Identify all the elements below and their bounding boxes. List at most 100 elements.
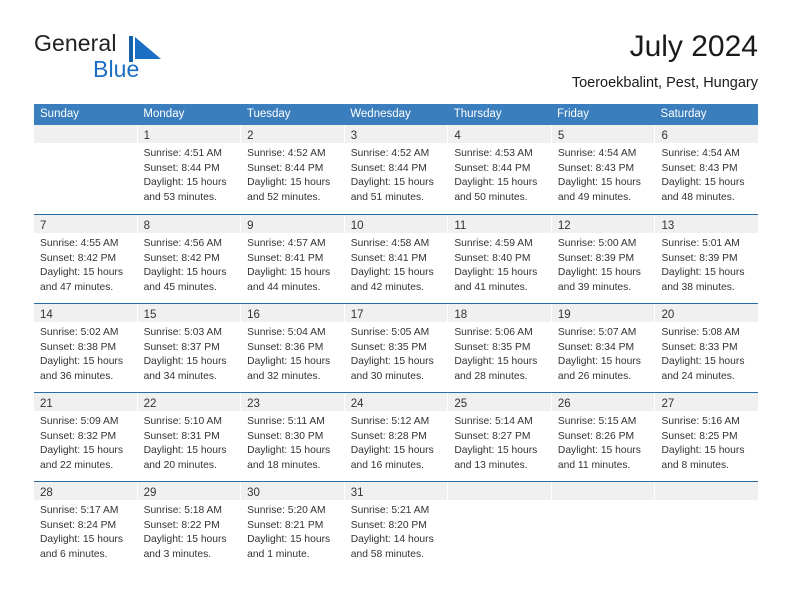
day-cell-body: Sunrise: 5:15 AM Sunset: 8:26 PM Dayligh… xyxy=(552,411,655,473)
daylight-line-2: and 28 minutes. xyxy=(454,370,528,382)
daylight-line-2: and 24 minutes. xyxy=(661,370,735,382)
day-cell-body: Sunrise: 4:55 AM Sunset: 8:42 PM Dayligh… xyxy=(34,233,137,295)
day-number: 15 xyxy=(143,309,157,321)
day-number-strip: 10 xyxy=(344,215,448,233)
day-cell-body: Sunrise: 5:02 AM Sunset: 8:38 PM Dayligh… xyxy=(34,322,137,384)
day-cell[interactable]: 7 Sunrise: 4:55 AM Sunset: 8:42 PM Dayli… xyxy=(34,215,138,303)
day-cell[interactable]: 19 Sunrise: 5:07 AM Sunset: 8:34 PM Dayl… xyxy=(551,304,656,392)
sunset-line: Sunset: 8:35 PM xyxy=(454,341,531,353)
sunset-line: Sunset: 8:44 PM xyxy=(247,162,324,174)
day-cell[interactable] xyxy=(34,125,138,214)
sunrise-line: Sunrise: 5:08 AM xyxy=(661,327,740,338)
sunrise-line: Sunrise: 5:07 AM xyxy=(557,327,637,338)
day-cell[interactable]: 31 Sunrise: 5:21 AM Sunset: 8:20 PM Dayl… xyxy=(344,482,449,571)
day-cell[interactable]: 12 Sunrise: 5:00 AM Sunset: 8:39 PM Dayl… xyxy=(551,215,656,303)
day-cell[interactable]: 15 Sunrise: 5:03 AM Sunset: 8:37 PM Dayl… xyxy=(137,304,242,392)
day-number: 14 xyxy=(40,309,53,321)
day-cell[interactable]: 13 Sunrise: 5:01 AM Sunset: 8:39 PM Dayl… xyxy=(655,215,759,303)
day-cell[interactable]: 22 Sunrise: 5:10 AM Sunset: 8:31 PM Dayl… xyxy=(137,393,242,481)
sunrise-line: Sunrise: 4:57 AM xyxy=(247,238,326,249)
daylight-line-1: Daylight: 15 hours xyxy=(247,267,331,279)
day-cell[interactable]: 28 Sunrise: 5:17 AM Sunset: 8:24 PM Dayl… xyxy=(34,482,138,571)
day-cell[interactable]: 21 Sunrise: 5:09 AM Sunset: 8:32 PM Dayl… xyxy=(34,393,138,481)
day-cell-body: Sunrise: 5:11 AM Sunset: 8:30 PM Dayligh… xyxy=(241,411,344,473)
day-cell-body xyxy=(655,500,758,504)
daylight-line-2: and 1 minute. xyxy=(247,548,310,560)
day-cell[interactable]: 20 Sunrise: 5:08 AM Sunset: 8:33 PM Dayl… xyxy=(655,304,759,392)
title-block: July 2024 Toeroekbalint, Pest, Hungary xyxy=(572,28,758,94)
day-cell[interactable]: 24 Sunrise: 5:12 AM Sunset: 8:28 PM Dayl… xyxy=(344,393,449,481)
daylight-line-1: Daylight: 14 hours xyxy=(350,534,434,546)
day-number-strip: 28 xyxy=(34,482,137,500)
day-cell[interactable]: 29 Sunrise: 5:18 AM Sunset: 8:22 PM Dayl… xyxy=(137,482,242,571)
day-number-strip: 12 xyxy=(551,215,655,233)
day-number: 29 xyxy=(143,487,157,499)
day-cell[interactable] xyxy=(448,482,552,571)
day-number-strip: 18 xyxy=(448,304,551,322)
sunset-line: Sunset: 8:42 PM xyxy=(143,252,220,264)
sunset-line: Sunset: 8:36 PM xyxy=(247,341,324,353)
sunrise-line: Sunrise: 4:52 AM xyxy=(350,148,430,159)
weekday-header-row: Sunday Monday Tuesday Wednesday Thursday… xyxy=(34,104,758,125)
day-cell[interactable]: 26 Sunrise: 5:15 AM Sunset: 8:26 PM Dayl… xyxy=(551,393,656,481)
sunrise-line: Sunrise: 5:17 AM xyxy=(40,505,119,516)
daylight-line-1: Daylight: 15 hours xyxy=(40,445,123,457)
day-cell[interactable]: 23 Sunrise: 5:11 AM Sunset: 8:30 PM Dayl… xyxy=(241,393,345,481)
day-number: 27 xyxy=(661,398,675,410)
day-number: 8 xyxy=(143,220,150,232)
day-number: 13 xyxy=(661,220,675,232)
sunrise-line: Sunrise: 4:58 AM xyxy=(350,238,430,249)
sunset-line: Sunset: 8:21 PM xyxy=(247,519,324,531)
sunrise-line: Sunrise: 5:02 AM xyxy=(40,327,119,338)
day-cell[interactable]: 3 Sunrise: 4:52 AM Sunset: 8:44 PM Dayli… xyxy=(344,125,449,214)
sunrise-line: Sunrise: 5:00 AM xyxy=(557,238,637,249)
day-cell[interactable]: 9 Sunrise: 4:57 AM Sunset: 8:41 PM Dayli… xyxy=(241,215,345,303)
day-cell[interactable]: 14 Sunrise: 5:02 AM Sunset: 8:38 PM Dayl… xyxy=(34,304,138,392)
day-cell[interactable]: 10 Sunrise: 4:58 AM Sunset: 8:41 PM Dayl… xyxy=(344,215,449,303)
sunrise-line: Sunrise: 5:01 AM xyxy=(661,238,740,249)
daylight-line-1: Daylight: 15 hours xyxy=(454,177,538,189)
daylight-line-1: Daylight: 15 hours xyxy=(247,177,331,189)
day-cell[interactable]: 8 Sunrise: 4:56 AM Sunset: 8:42 PM Dayli… xyxy=(137,215,242,303)
daylight-line-1: Daylight: 15 hours xyxy=(247,356,331,368)
day-number: 9 xyxy=(247,220,254,232)
day-number: 4 xyxy=(454,130,461,142)
day-cell[interactable] xyxy=(655,482,759,571)
day-cell[interactable]: 30 Sunrise: 5:20 AM Sunset: 8:21 PM Dayl… xyxy=(241,482,345,571)
sunset-line: Sunset: 8:44 PM xyxy=(143,162,220,174)
sunset-line: Sunset: 8:44 PM xyxy=(454,162,531,174)
day-number: 1 xyxy=(143,130,150,142)
day-number-strip: 2 xyxy=(241,125,344,143)
day-cell[interactable]: 25 Sunrise: 5:14 AM Sunset: 8:27 PM Dayl… xyxy=(448,393,552,481)
day-cell[interactable]: 27 Sunrise: 5:16 AM Sunset: 8:25 PM Dayl… xyxy=(655,393,759,481)
sunrise-line: Sunrise: 5:12 AM xyxy=(350,416,430,427)
day-cell-body: Sunrise: 4:52 AM Sunset: 8:44 PM Dayligh… xyxy=(345,143,448,205)
day-number-strip xyxy=(551,482,655,500)
day-number-strip: 22 xyxy=(137,393,241,411)
day-cell[interactable]: 4 Sunrise: 4:53 AM Sunset: 8:44 PM Dayli… xyxy=(448,125,552,214)
day-cell[interactable]: 2 Sunrise: 4:52 AM Sunset: 8:44 PM Dayli… xyxy=(241,125,345,214)
sunset-line: Sunset: 8:26 PM xyxy=(557,430,635,442)
sunset-line: Sunset: 8:41 PM xyxy=(247,252,324,264)
day-number-strip xyxy=(448,482,551,500)
day-cell[interactable]: 11 Sunrise: 4:59 AM Sunset: 8:40 PM Dayl… xyxy=(448,215,552,303)
day-cell[interactable]: 17 Sunrise: 5:05 AM Sunset: 8:35 PM Dayl… xyxy=(344,304,449,392)
daylight-line-1: Daylight: 15 hours xyxy=(557,356,641,368)
day-number: 18 xyxy=(454,309,468,321)
day-number: 20 xyxy=(661,309,675,321)
daylight-line-1: Daylight: 15 hours xyxy=(40,356,123,368)
day-number-strip: 30 xyxy=(241,482,344,500)
daylight-line-1: Daylight: 15 hours xyxy=(247,445,331,457)
day-cell[interactable]: 5 Sunrise: 4:54 AM Sunset: 8:43 PM Dayli… xyxy=(551,125,656,214)
day-number-strip: 14 xyxy=(34,304,137,322)
day-cell[interactable]: 6 Sunrise: 4:54 AM Sunset: 8:43 PM Dayli… xyxy=(655,125,759,214)
day-cell-body: Sunrise: 5:16 AM Sunset: 8:25 PM Dayligh… xyxy=(655,411,758,473)
brand-name-general: General xyxy=(34,30,117,56)
daylight-line-1: Daylight: 15 hours xyxy=(350,445,434,457)
sunrise-line: Sunrise: 5:11 AM xyxy=(247,416,325,427)
day-cell[interactable] xyxy=(551,482,656,571)
day-cell[interactable]: 16 Sunrise: 5:04 AM Sunset: 8:36 PM Dayl… xyxy=(241,304,345,392)
day-cell[interactable]: 1 Sunrise: 4:51 AM Sunset: 8:44 PM Dayli… xyxy=(137,125,242,214)
day-cell[interactable]: 18 Sunrise: 5:06 AM Sunset: 8:35 PM Dayl… xyxy=(448,304,552,392)
day-cell-body: Sunrise: 4:52 AM Sunset: 8:44 PM Dayligh… xyxy=(241,143,344,205)
